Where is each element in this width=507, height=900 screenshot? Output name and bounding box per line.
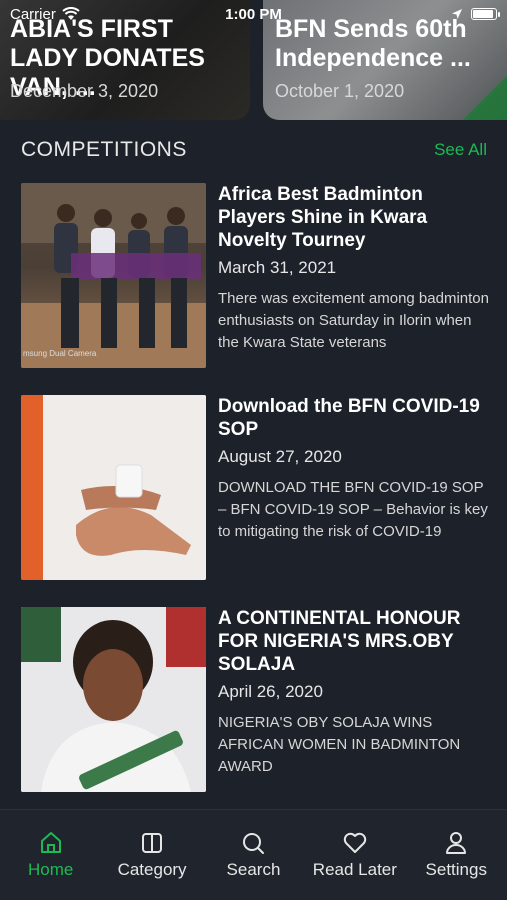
article-excerpt: There was excitement among badminton ent…	[218, 290, 489, 351]
section-header: COMPETITIONS See All	[21, 136, 487, 164]
list-item[interactable]: msung Dual Camera Africa Best Badminton …	[21, 183, 491, 369]
tab-category[interactable]: Category	[102, 830, 202, 900]
status-time: 1:00 PM	[225, 5, 282, 23]
tab-label: Search	[226, 860, 281, 879]
tab-label: Home	[28, 860, 74, 879]
article-thumbnail: msung Dual Camera	[21, 183, 206, 368]
location-arrow-icon	[452, 9, 462, 19]
heart-icon	[343, 832, 367, 853]
person-icon	[446, 832, 467, 854]
tab-bar: Home Category Search Read Later Settings	[0, 809, 507, 900]
article-excerpt: DOWNLOAD THE BFN COVID-19 SOP – BFN COVI…	[218, 479, 488, 540]
badminton-players-image	[21, 183, 206, 368]
home-icon	[40, 832, 61, 853]
article-title: Africa Best Badminton Players Shine in K…	[218, 184, 428, 251]
battery-icon	[471, 8, 500, 20]
list-item[interactable]: A CONTINENTAL HONOUR FOR NIGERIA'S MRS.O…	[21, 607, 491, 793]
tab-label: Settings	[425, 860, 487, 879]
tab-home[interactable]: Home	[1, 830, 101, 900]
award-portrait-image	[21, 607, 206, 792]
tab-search[interactable]: Search	[203, 830, 303, 900]
featured-date: October 1, 2020	[275, 81, 405, 101]
list-item[interactable]: Download the BFN COVID-19 SOP August 27,…	[21, 395, 491, 581]
tab-label: Read Later	[312, 860, 397, 879]
article-title: A CONTINENTAL HONOUR FOR NIGERIA'S MRS.O…	[218, 608, 461, 675]
article-thumbnail	[21, 607, 206, 792]
tab-label: Category	[117, 860, 187, 879]
status-bar: Carrier 1:00 PM	[0, 0, 507, 28]
category-icon	[142, 833, 163, 853]
image-caption: msung Dual Camera	[23, 349, 97, 358]
hand-sanitizer-image	[21, 395, 206, 580]
tab-settings[interactable]: Settings	[406, 830, 506, 900]
wifi-icon	[62, 7, 80, 20]
article-excerpt: NIGERIA'S OBY SOLAJA WINS AFRICAN WOMEN …	[218, 714, 461, 775]
search-icon	[243, 833, 265, 854]
tab-read-later[interactable]: Read Later	[305, 830, 405, 900]
article-title: Download the BFN COVID-19 SOP	[218, 396, 480, 440]
carrier-label: Carrier	[10, 5, 56, 23]
featured-date: December 3, 2020	[10, 81, 159, 101]
article-date: August 27, 2020	[218, 447, 342, 466]
section-title: COMPETITIONS	[21, 138, 187, 161]
article-date: March 31, 2021	[218, 258, 337, 277]
article-date: April 26, 2020	[218, 682, 323, 701]
see-all-link[interactable]: See All	[434, 140, 487, 160]
article-thumbnail	[21, 395, 206, 580]
